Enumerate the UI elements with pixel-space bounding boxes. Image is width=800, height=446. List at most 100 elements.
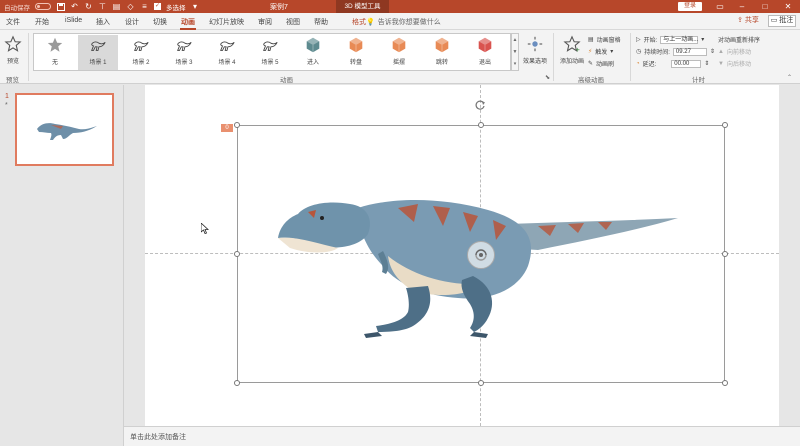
move-later-button[interactable]: ▼ 向后移动 bbox=[718, 59, 751, 69]
undo-icon[interactable]: ↶ bbox=[70, 2, 79, 11]
multiselect-checkbox[interactable] bbox=[154, 2, 161, 10]
animation-effect-5[interactable]: 场景 4 bbox=[207, 35, 247, 70]
animation-effect-label: 场景 5 bbox=[261, 60, 279, 66]
add-animation-icon: + bbox=[563, 35, 581, 53]
group-label-preview: 预览 bbox=[6, 77, 19, 84]
animation-effect-2[interactable]: 场景 1 bbox=[78, 35, 118, 70]
comment-button[interactable]: ▭ 批注 bbox=[768, 15, 796, 27]
gallery-more-icon[interactable]: ▾ bbox=[512, 58, 518, 70]
resize-handle-bottom[interactable] bbox=[478, 380, 484, 386]
animation-effect-10[interactable]: 跳转 bbox=[422, 35, 462, 70]
duration-stepper[interactable]: ⇕ bbox=[710, 48, 715, 55]
animation-effect-6[interactable]: 场景 5 bbox=[250, 35, 290, 70]
customize-qat-icon[interactable]: ▾ bbox=[191, 2, 200, 11]
start-select[interactable]: 与上一动画... bbox=[660, 35, 698, 44]
tab-transitions[interactable]: 切换 bbox=[153, 17, 167, 27]
delay-input[interactable]: 00.00 bbox=[671, 59, 702, 68]
resize-handle-bottom-right[interactable] bbox=[722, 380, 728, 386]
vertical-scrollbar[interactable] bbox=[781, 85, 800, 426]
collapse-ribbon-icon[interactable]: ⌃ bbox=[787, 74, 792, 81]
tab-insert[interactable]: 插入 bbox=[96, 17, 110, 27]
gallery-down-icon[interactable]: ▼ bbox=[512, 46, 518, 58]
cube-swing-icon bbox=[392, 37, 406, 53]
dinosaur-icon bbox=[220, 41, 235, 51]
animation-order-badge[interactable]: 0 bbox=[221, 124, 233, 132]
align-icon[interactable]: ≡ bbox=[140, 2, 149, 11]
tab-review[interactable]: 审阅 bbox=[258, 17, 272, 27]
animation-pane-icon: ▤ bbox=[588, 37, 594, 43]
tab-slideshow[interactable]: 幻灯片放映 bbox=[209, 17, 244, 27]
preview-button[interactable]: 预览 bbox=[0, 34, 26, 70]
trigger-button[interactable]: ⚡ 触发 ▾ bbox=[588, 47, 613, 56]
resize-handle-top-left[interactable] bbox=[234, 122, 240, 128]
tab-file[interactable]: 文件 bbox=[6, 17, 20, 27]
chevron-down-icon[interactable]: ▾ bbox=[701, 36, 704, 43]
notes-placeholder: 单击此处添加备注 bbox=[130, 434, 186, 441]
selection-box bbox=[237, 125, 725, 383]
resize-handle-top[interactable] bbox=[478, 122, 484, 128]
move-earlier-button[interactable]: ▲ 向前移动 bbox=[718, 47, 751, 57]
resize-handle-bottom-left[interactable] bbox=[234, 380, 240, 386]
notes-pane[interactable]: 单击此处添加备注 bbox=[124, 426, 800, 446]
animation-effect-8[interactable]: 转盘 bbox=[336, 35, 376, 70]
redo-icon[interactable]: ↻ bbox=[84, 2, 93, 11]
animation-effect-label: 场景 2 bbox=[132, 60, 150, 66]
delay-icon: ◔ bbox=[636, 60, 640, 67]
slide-thumbnail[interactable] bbox=[15, 93, 114, 166]
animation-effect-1[interactable]: 无 bbox=[35, 35, 75, 70]
login-button[interactable]: 登录 bbox=[678, 2, 702, 11]
animation-pane-button[interactable]: ▤ 动画窗格 bbox=[588, 35, 621, 44]
minimize-icon[interactable]: – bbox=[731, 0, 753, 13]
effect-options-button[interactable]: 效果选项 bbox=[521, 34, 549, 70]
ribbon-display-icon[interactable]: ▭ bbox=[709, 0, 731, 13]
tab-design[interactable]: 设计 bbox=[125, 17, 139, 27]
slide-canvas[interactable]: 0 bbox=[145, 85, 779, 426]
close-icon[interactable]: ✕ bbox=[777, 0, 799, 13]
chevron-down-icon: ▾ bbox=[610, 49, 614, 55]
delay-stepper[interactable]: ⇕ bbox=[704, 60, 709, 67]
gallery-up-icon[interactable]: ▲ bbox=[512, 34, 518, 46]
shapes-icon[interactable]: ◇ bbox=[126, 2, 135, 11]
animation-painter-label: 动画刷 bbox=[596, 62, 615, 68]
duration-label: 持续时间: bbox=[644, 50, 670, 56]
tab-view[interactable]: 视图 bbox=[286, 17, 300, 27]
tab-format[interactable]: 格式 bbox=[352, 17, 366, 27]
comment-icon: ▭ bbox=[770, 17, 778, 24]
cube-turntable-icon bbox=[349, 37, 363, 53]
tab-help[interactable]: 帮助 bbox=[314, 17, 328, 27]
animation-effect-9[interactable]: 摇摆 bbox=[379, 35, 419, 70]
quick-access-toolbar: 自动保存 ↶ ↻ ⊤ ▤ ◇ ≡ 多选择 ▾ bbox=[4, 1, 200, 12]
3d-rotate-handle[interactable] bbox=[467, 241, 495, 269]
save-icon[interactable] bbox=[56, 2, 65, 11]
resize-handle-right[interactable] bbox=[722, 251, 728, 257]
animation-effect-11[interactable]: 退出 bbox=[465, 35, 505, 70]
text-box-icon[interactable]: ▤ bbox=[112, 2, 121, 11]
rotate-handle-icon[interactable] bbox=[474, 99, 486, 111]
group-separator bbox=[553, 33, 554, 81]
format-painter-icon[interactable]: ⊤ bbox=[98, 2, 107, 11]
animation-effect-4[interactable]: 场景 3 bbox=[164, 35, 204, 70]
effect-options-label: 效果选项 bbox=[522, 59, 547, 65]
tell-me-search[interactable]: 💡 告诉我你想要做什么 bbox=[366, 17, 441, 27]
gallery-scrollbar[interactable]: ▲ ▼ ▾ bbox=[511, 33, 519, 71]
animation-dialog-launcher-icon[interactable]: ⬊ bbox=[545, 74, 550, 81]
animation-effect-3[interactable]: 场景 2 bbox=[121, 35, 161, 70]
resize-handle-left[interactable] bbox=[234, 251, 240, 257]
tab-home[interactable]: 开始 bbox=[35, 17, 49, 27]
resize-handle-top-right[interactable] bbox=[722, 122, 728, 128]
animation-effect-7[interactable]: 进入 bbox=[293, 35, 333, 70]
animation-indicator-icon: * bbox=[5, 102, 8, 109]
delay-label: 延迟: bbox=[642, 62, 657, 68]
duration-input[interactable]: 09.27 bbox=[672, 47, 707, 56]
add-animation-button[interactable]: + 添加动画 bbox=[556, 34, 588, 70]
delay-row: ◔ 延迟: 00.00 ⇕ bbox=[636, 59, 709, 68]
tab-islide[interactable]: iSlide bbox=[65, 17, 82, 24]
mouse-pointer-icon bbox=[201, 223, 209, 234]
3d-rotate-icon bbox=[475, 249, 487, 261]
autosave-toggle[interactable] bbox=[35, 3, 51, 10]
maximize-icon[interactable]: □ bbox=[754, 0, 776, 13]
animation-painter-button[interactable]: ✎ 动画刷 bbox=[588, 59, 614, 68]
share-button[interactable]: ⇪ 共享 bbox=[733, 15, 763, 27]
group-label-advanced: 高级动画 bbox=[578, 77, 604, 84]
tab-animations[interactable]: 动画 bbox=[180, 17, 196, 30]
